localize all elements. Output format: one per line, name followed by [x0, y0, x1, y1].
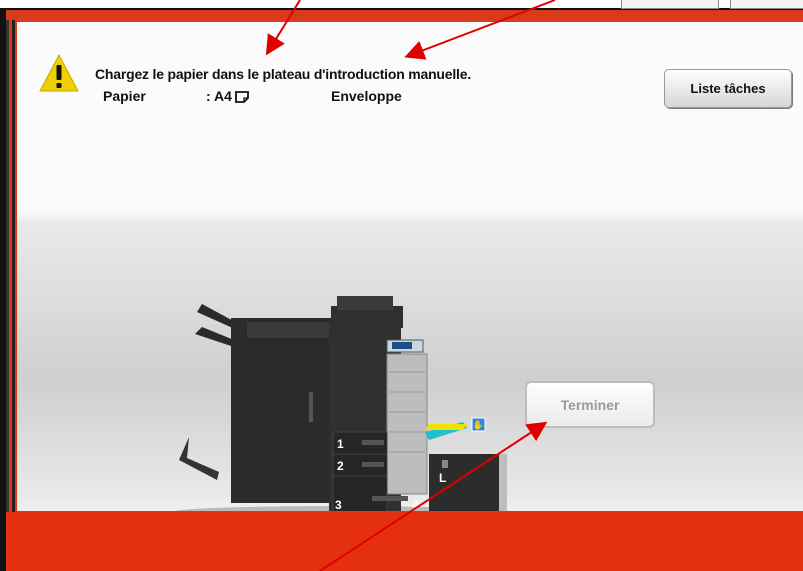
annotation-arrow	[319, 421, 548, 571]
annotation-overlay	[265, 0, 556, 571]
annotation-arrow	[404, 0, 556, 60]
annotation-arrow	[265, 0, 301, 56]
